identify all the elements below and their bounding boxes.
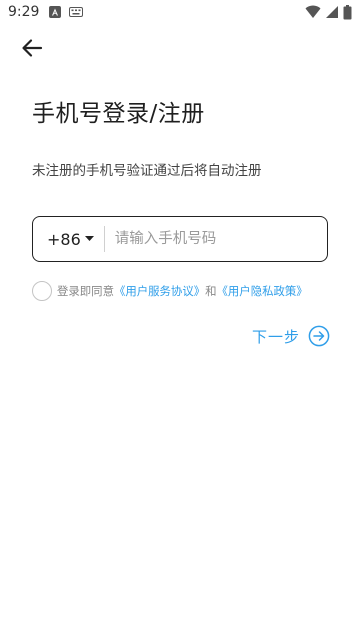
caret-down-icon bbox=[84, 236, 94, 242]
page-title: 手机号登录/注册 bbox=[32, 101, 205, 127]
privacy-policy-link[interactable]: 《用户隐私政策》 bbox=[217, 283, 308, 299]
country-code-selector[interactable]: +86 bbox=[33, 217, 94, 261]
signal-icon bbox=[325, 5, 339, 19]
page-subtitle: 未注册的手机号验证通过后将自动注册 bbox=[32, 163, 262, 179]
phone-input-group: +86 bbox=[32, 216, 328, 262]
phone-number-input[interactable] bbox=[114, 217, 327, 261]
agreement-checkbox[interactable] bbox=[32, 281, 52, 301]
next-step-label: 下一步 bbox=[252, 327, 301, 346]
divider bbox=[103, 226, 105, 252]
arrow-left-icon bbox=[20, 36, 44, 60]
next-step-button[interactable]: 下一步 bbox=[252, 325, 330, 347]
status-time: 9:29 bbox=[8, 4, 40, 20]
status-bar: 9:29 bbox=[0, 0, 360, 24]
country-code-label: +86 bbox=[47, 229, 81, 249]
agreement-conjunction: 和 bbox=[205, 284, 217, 298]
status-right-icons bbox=[305, 4, 352, 20]
battery-icon bbox=[343, 4, 352, 20]
a-notification-icon bbox=[49, 6, 62, 18]
agreement-row: 登录即同意 《用户服务协议》 和 《用户隐私政策》 bbox=[32, 281, 308, 301]
agreement-prefix: 登录即同意 bbox=[57, 284, 114, 298]
arrow-right-circle-icon bbox=[308, 325, 330, 347]
status-left-icons bbox=[49, 6, 84, 18]
user-agreement-link[interactable]: 《用户服务协议》 bbox=[114, 283, 205, 299]
back-button[interactable] bbox=[18, 34, 46, 62]
keyboard-icon bbox=[69, 7, 84, 17]
wifi-icon bbox=[305, 5, 321, 19]
